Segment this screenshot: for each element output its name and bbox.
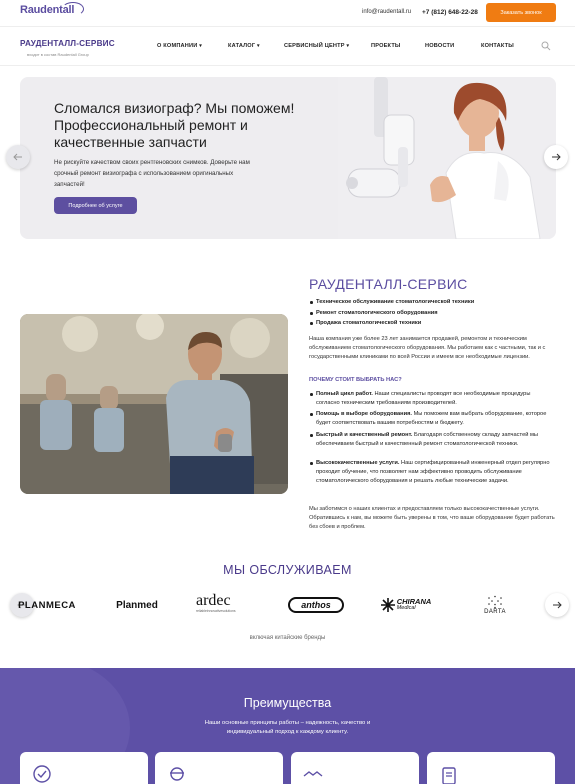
service-list-item: Ремонт стоматологического оборудования [310,309,554,317]
brand-logo-anthos: anthos [288,597,344,613]
about-intro: Наша компания уже более 23 лет занимаетс… [309,336,546,360]
brand-logo-planmeca: PLANMECA [18,599,76,611]
email-link[interactable]: info@raudentall.ru [362,9,411,15]
advantage-card [427,752,555,784]
chevron-down-icon: ▾ [256,43,260,49]
logo-swirl-icon [62,2,84,16]
hero-details-button[interactable]: Подробнее об услуге [54,197,137,214]
handshake-icon [303,771,323,777]
reason-title: Помощь в выборе оборудования. [316,411,412,417]
brand-logo-planmed: Planmed [116,599,158,611]
nav-item-label: СЕРВИСНЫЙ ЦЕНТР [284,43,345,49]
darta-wordmark: DARTA [484,609,506,615]
ardec-wordmark: ardec [196,592,231,609]
advantages-section: Преимущества Наши основные принципы рабо… [0,668,575,784]
arrow-right-icon [552,153,561,161]
advantages-title: Преимущества [243,696,332,710]
reason-item: Полный цикл работ. Наши специалисты пров… [310,390,554,408]
arrow-right-icon [553,601,562,609]
reason-item: Помощь в выборе оборудования. Мы поможем… [310,410,554,428]
nav-item-service[interactable]: СЕРВИСНЫЙ ЦЕНТР ▾ [284,43,349,49]
chirana-sub: Medical [396,605,416,611]
nav-item-label: КАТАЛОГ [228,43,256,49]
arrow-left-icon [13,153,22,161]
about-outro: Мы заботимся о наших клиентах и предоста… [309,506,555,530]
document-icon [442,767,456,784]
chevron-down-icon: ▾ [199,43,202,49]
search-icon[interactable] [541,41,551,51]
chevron-down-icon: ▾ [346,43,350,49]
reason-item: Быстрый и качественный ремонт. Благодаря… [310,431,554,449]
reason-title: Высококачественные услуги. [316,460,400,466]
serve-title: МЫ ОБСЛУЖИВАЕМ [223,563,352,577]
brand-logo-chirana: CHIRANA Medical [376,596,436,614]
top-bar: Raudentall info@raudentall.ru +7 (812) 6… [0,0,575,26]
nav-item-about[interactable]: О КОМПАНИИ ▾ [157,43,202,49]
brand-logo-darta: DARTA [480,592,510,618]
service-list-item: Продажа стоматологической техники [310,319,554,327]
brand-subtitle: входит в состав Raudentall Group [27,52,89,57]
brands-next-button[interactable] [545,593,569,617]
darta-dots-icon [488,595,502,609]
advantage-card [155,752,283,784]
nav-item-contacts[interactable]: КОНТАКТЫ [481,43,514,49]
hero-prev-button[interactable] [6,145,30,169]
nav-item-projects[interactable]: ПРОЕКТЫ [371,43,401,49]
advantage-card [291,752,419,784]
hero-text: Не рискуйте качеством своих рентгеновски… [54,159,250,188]
reason-title: Быстрый и качественный ремонт. [316,432,413,438]
reason-title: Полный цикл работ. [316,391,373,397]
brand-name[interactable]: РАУДЕНТАЛЛ-СЕРВИС [20,39,115,48]
nav-item-catalog[interactable]: КАТАЛОГ ▾ [228,43,260,49]
advantages-text: Наши основные принципы работы – надежнос… [204,720,371,735]
about-photo [20,314,288,494]
chirana-star-icon [380,598,395,612]
ardec-tagline: reliableinnovativesolutions [196,609,236,613]
nav-item-label: О КОМПАНИИ [157,43,198,49]
advantage-card [20,752,148,784]
service-list-item: Техническое обслуживание стоматологическ… [310,298,554,306]
engineer-icon [170,767,184,781]
call-request-button[interactable]: Заказать звонок [486,3,556,22]
brand-logo-ardec: ardec reliableinnovativesolutions [196,592,258,614]
main-nav: РАУДЕНТАЛЛ-СЕРВИС входит в состав Rauden… [0,26,575,66]
chirana-wordmark: CHIRANA [396,597,432,606]
why-us-title: ПОЧЕМУ СТОИТ ВЫБРАТЬ НАС? [309,377,402,383]
reason-item: Высококачественные услуги. Наш сертифици… [310,459,554,485]
hero-next-button[interactable] [544,145,568,169]
brands-note: включая китайские бренды [249,635,326,641]
logo[interactable]: Raudentall [20,2,84,16]
hero-title: Сломался визиограф? Мы поможем! Професси… [54,100,295,150]
hero-banner: Сломался визиограф? Мы поможем! Професси… [20,77,556,239]
hero-image [338,77,556,239]
nav-item-news[interactable]: НОВОСТИ [425,43,454,49]
about-title: РАУДЕНТАЛЛ-СЕРВИС [309,276,468,292]
phone-link[interactable]: +7 (812) 648-22-28 [422,9,478,16]
quality-badge-icon [33,765,51,783]
